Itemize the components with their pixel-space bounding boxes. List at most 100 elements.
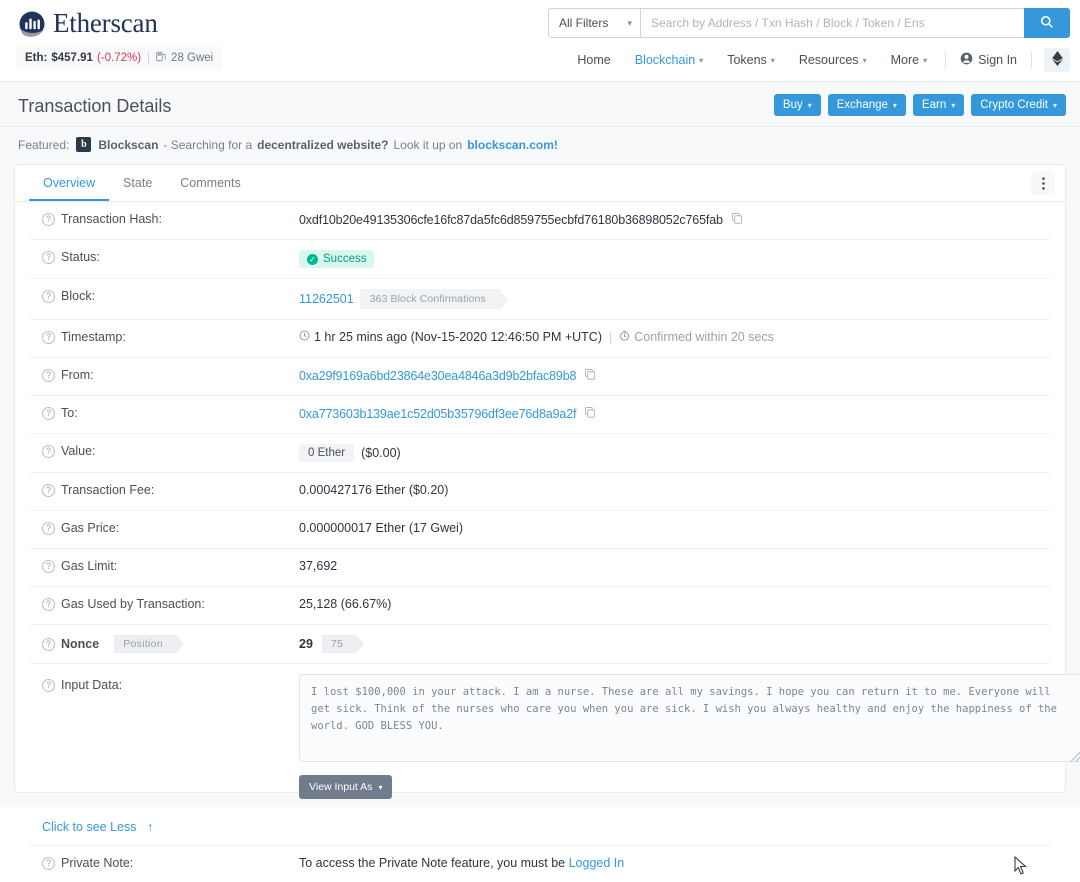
help-icon[interactable]: ? [42, 290, 55, 303]
search-bar: All Filters ▾ [548, 8, 1070, 38]
label-timestamp: ? Timestamp: [29, 330, 299, 344]
row-from: ? From: 0xa29f9169a6bd23864e30ea4846a3d9… [29, 358, 1051, 396]
tab-overview[interactable]: Overview [29, 168, 109, 201]
ethereum-network-button[interactable] [1044, 48, 1070, 72]
sign-in-button[interactable]: Sign In [952, 48, 1025, 72]
see-less-link[interactable]: Click to see Less [42, 820, 136, 834]
help-icon[interactable]: ? [42, 369, 55, 382]
nav-item-blockchain[interactable]: Blockchain ▾ [623, 49, 715, 71]
label-to: ? To: [29, 406, 299, 420]
help-icon[interactable]: ? [42, 445, 55, 458]
value-usd: ($0.00) [361, 446, 401, 460]
search-button[interactable] [1024, 8, 1070, 38]
clock-icon [299, 330, 310, 344]
copy-icon[interactable] [584, 368, 596, 383]
row-block: ? Block: 11262501 363 Block Confirmation… [29, 279, 1051, 320]
arrow-up-icon[interactable]: ↑ [147, 820, 153, 834]
help-icon[interactable]: ? [42, 679, 55, 692]
logged-in-link[interactable]: Logged In [569, 856, 625, 870]
help-icon[interactable]: ? [42, 407, 55, 420]
nav-item-home[interactable]: Home [565, 49, 622, 71]
help-icon[interactable]: ? [42, 638, 55, 651]
nav-item-more[interactable]: More ▾ [879, 49, 940, 71]
resize-handle[interactable] [1070, 752, 1080, 762]
position-value-chip: 75 [322, 635, 356, 653]
eth-price-ticker[interactable]: Eth: $457.91 (-0.72%) | 28 Gwei [16, 47, 222, 69]
help-icon[interactable]: ? [42, 598, 55, 611]
exchange-label: Exchange [837, 99, 888, 111]
eth-price-change: (-0.72%) [97, 52, 141, 64]
brand-name: Etherscan [53, 8, 158, 39]
gas-station-icon [156, 51, 167, 65]
nav-item-tokens[interactable]: Tokens ▾ [715, 49, 787, 71]
label-gas-used: ? Gas Used by Transaction: [29, 597, 299, 611]
timestamp-absolute: (Nov-15-2020 12:46:50 PM +UTC) [411, 330, 602, 344]
blockscan-link[interactable]: blockscan.com! [467, 138, 558, 152]
row-transaction-hash: ? Transaction Hash: 0xdf10b20e49135306cf… [29, 202, 1051, 240]
value-amount-chip: 0 Ether [299, 444, 354, 462]
chevron-down-icon: ▾ [951, 101, 955, 110]
label-transaction-fee: ? Transaction Fee: [29, 483, 299, 497]
tab-label: State [123, 176, 152, 190]
block-number-link[interactable]: 11262501 [299, 292, 354, 306]
status-text: Success [323, 253, 366, 265]
page-header: Transaction Details Buy ▾ Exchange ▾ Ear… [0, 82, 1080, 127]
label-text: From: [61, 368, 94, 382]
label-input-data: ? Input Data: [29, 674, 299, 692]
ethereum-diamond-icon [1052, 51, 1063, 69]
input-data-textarea[interactable] [299, 674, 1080, 762]
label-gas-price: ? Gas Price: [29, 521, 299, 535]
label-text: Input Data: [61, 678, 122, 692]
transaction-fee-value: 0.000427176 Ether ($0.20) [299, 483, 448, 497]
featured-text-1: - Searching for a [163, 138, 252, 152]
copy-icon[interactable] [731, 212, 743, 227]
detail-rows: ? Transaction Hash: 0xdf10b20e49135306cf… [15, 202, 1065, 809]
tab-comments[interactable]: Comments [166, 168, 254, 201]
nav-item-resources[interactable]: Resources ▾ [787, 49, 879, 71]
timestamp-relative: 1 hr 25 mins ago [314, 330, 407, 344]
chevron-down-icon: ▾ [378, 783, 382, 792]
earn-button[interactable]: Earn ▾ [913, 94, 964, 116]
featured-banner: Featured: b Blockscan - Searching for a … [0, 127, 1080, 164]
chevron-down-icon: ▾ [923, 56, 927, 65]
brand-logo-link[interactable]: Etherscan [18, 8, 158, 39]
row-status: ? Status: ✓ Success [29, 240, 1051, 279]
sign-in-label: Sign In [978, 53, 1017, 67]
user-circle-icon [960, 52, 973, 68]
view-input-as-button[interactable]: View Input As ▾ [299, 775, 392, 799]
gas-price-value: 0.000000017 Ether (17 Gwei) [299, 521, 463, 535]
help-icon[interactable]: ? [42, 484, 55, 497]
copy-icon[interactable] [584, 406, 596, 421]
timestamp-separator: | [609, 330, 612, 344]
nonce-value: 29 [299, 637, 313, 651]
from-address-link[interactable]: 0xa29f9169a6bd23864e30ea4846a3d9b2bfac89… [299, 369, 576, 383]
buy-button[interactable]: Buy ▾ [774, 94, 821, 116]
label-text: Status: [61, 250, 100, 264]
site-header: Etherscan Eth: $457.91 (-0.72%) | 28 Gwe… [0, 0, 1080, 82]
nav-divider [945, 52, 946, 68]
search-filter-select[interactable]: All Filters ▾ [548, 8, 640, 38]
eth-price-label: Eth: [25, 52, 47, 64]
search-input[interactable] [640, 8, 1024, 38]
tab-state[interactable]: State [109, 168, 166, 201]
to-address-link[interactable]: 0xa773603b139ae1c52d05b35796df3ee76d8a9a… [299, 407, 576, 421]
help-icon[interactable]: ? [42, 213, 55, 226]
help-icon[interactable]: ? [42, 857, 55, 870]
help-icon[interactable]: ? [42, 331, 55, 344]
earn-label: Earn [922, 99, 946, 111]
stopwatch-icon [619, 330, 630, 344]
crypto-credit-button[interactable]: Crypto Credit ▾ [971, 94, 1066, 116]
row-private-note: ? Private Note: To access the Private No… [29, 846, 1051, 882]
main-navigation: Home Blockchain ▾ Tokens ▾ Resources ▾ M… [565, 48, 1070, 72]
more-vertical-icon[interactable] [1031, 171, 1055, 195]
label-from: ? From: [29, 368, 299, 382]
gas-used-value: 25,128 (66.67%) [299, 597, 391, 611]
help-icon[interactable]: ? [42, 560, 55, 573]
exchange-button[interactable]: Exchange ▾ [828, 94, 906, 116]
help-icon[interactable]: ? [42, 251, 55, 264]
input-data-container [299, 674, 1080, 765]
featured-bold-text: decentralized website? [257, 138, 388, 152]
help-icon[interactable]: ? [42, 522, 55, 535]
timestamp-confirmed: Confirmed within 20 secs [634, 330, 774, 344]
chevron-down-icon: ▾ [627, 18, 632, 29]
